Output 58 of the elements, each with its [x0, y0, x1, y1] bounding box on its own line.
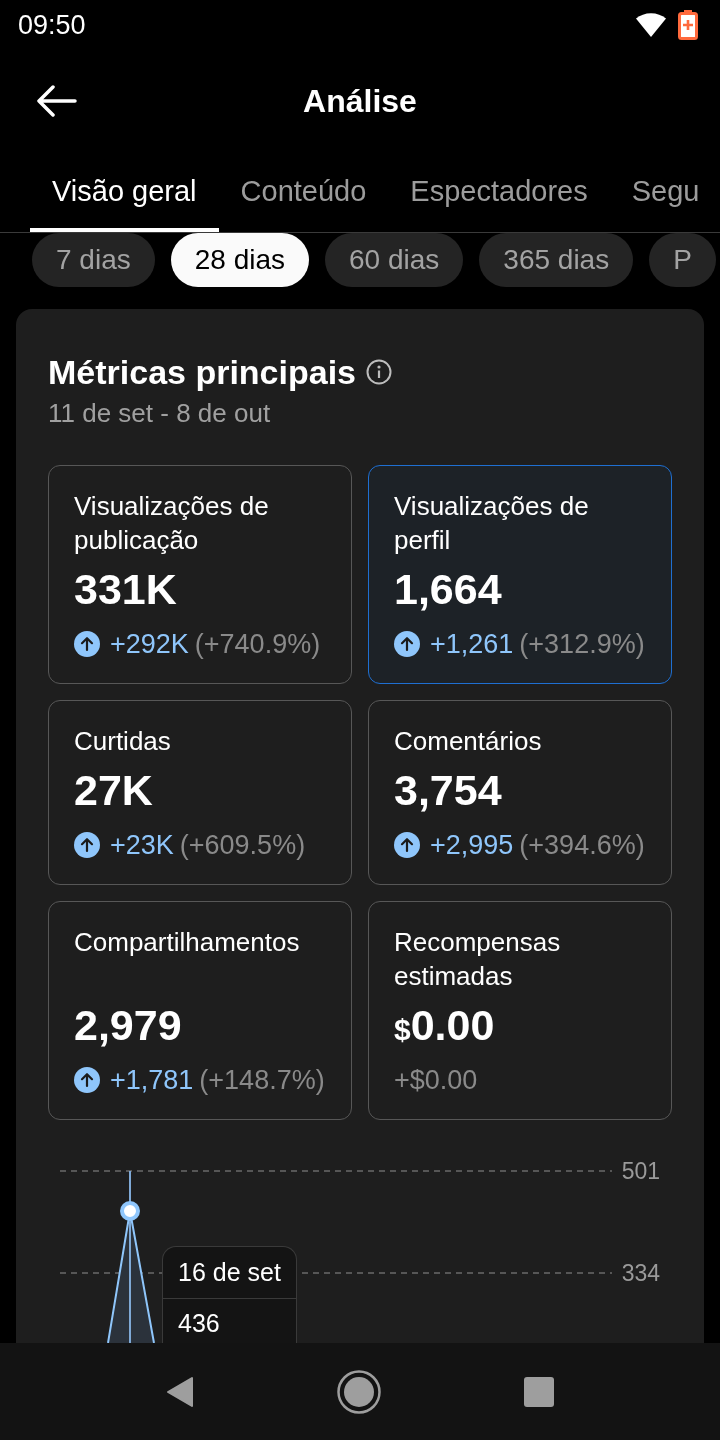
period-chip[interactable]: 7 dias	[32, 233, 155, 287]
metric-label: Recompensas estimadas	[394, 926, 562, 993]
period-chip[interactable]: P	[649, 233, 716, 287]
metric-change: +1,781	[110, 1064, 194, 1096]
arrow-up-circle-icon	[394, 631, 420, 657]
metric-card[interactable]: Compartilhamentos 2,979 +1,781 (+148.7%)	[48, 901, 352, 1120]
metric-change: +$0.00	[394, 1064, 478, 1096]
nav-recents-icon[interactable]	[524, 1376, 554, 1407]
metric-card[interactable]: Visualizações de perfil 1,664 +1,261 (+312.9%)	[368, 465, 672, 684]
back-arrow-icon	[35, 85, 77, 117]
battery-icon	[678, 10, 698, 40]
metric-percent: (+394.6%)	[519, 829, 645, 861]
metric-label: Visualizações de publicação	[74, 490, 270, 557]
metric-card[interactable]: Recompensas estimadas $0.00 +$0.00	[368, 901, 672, 1120]
period-chip[interactable]: 60 dias	[325, 233, 464, 287]
metric-percent: (+148.7%)	[199, 1064, 325, 1096]
info-icon[interactable]	[366, 359, 392, 385]
nav-home-icon[interactable]	[337, 1369, 381, 1414]
y-axis-label: 334	[621, 1260, 660, 1286]
metric-label: Curtidas	[74, 725, 172, 758]
metric-percent: (+312.9%)	[519, 628, 645, 660]
metric-percent: (+609.5%)	[179, 829, 306, 861]
metric-card[interactable]: Comentários 3,754 +2,995 (+394.6%)	[368, 700, 672, 885]
arrow-up-circle-icon	[74, 1067, 100, 1093]
metric-value: 3,754	[394, 766, 502, 814]
data-point-icon	[120, 1201, 140, 1221]
card-title: Métricas principais	[48, 352, 356, 392]
arrow-up-circle-icon	[74, 832, 100, 858]
arrow-up-circle-icon	[74, 631, 100, 657]
tab[interactable]: Espectadores	[388, 152, 610, 232]
metric-value: 331K	[74, 565, 177, 613]
date-range: 11 de set - 8 de out	[48, 397, 272, 429]
period-chip[interactable]: 365 dias	[479, 233, 634, 287]
wifi-icon	[636, 13, 666, 37]
metric-value: 2,979	[74, 1001, 182, 1049]
metric-change: +1,261	[430, 628, 514, 660]
arrow-up-circle-icon	[394, 832, 420, 858]
metric-value: 27K	[74, 766, 153, 814]
page-title: Análise	[303, 82, 417, 121]
metric-card[interactable]: Visualizações de publicação 331K +292K (+740.9%)	[48, 465, 352, 684]
metric-label: Comentários	[394, 725, 543, 758]
period-chip[interactable]: 28 dias	[170, 233, 309, 287]
metric-percent: (+740.9%)	[194, 628, 321, 660]
status-time: 09:50	[18, 8, 86, 42]
metric-label: Compartilhamentos	[74, 926, 301, 959]
metric-value: 1,664	[394, 565, 502, 613]
metric-change: +2,995	[430, 829, 514, 861]
y-axis-label: 501	[621, 1158, 660, 1184]
tooltip-date: 16 de set	[178, 1257, 281, 1288]
metric-change: +23K	[110, 829, 174, 861]
tab[interactable]: Segu	[609, 152, 720, 232]
metric-value: $0.00	[394, 1001, 495, 1049]
nav-back-icon[interactable]	[166, 1375, 194, 1408]
tooltip-value: 436	[178, 1308, 221, 1338]
metric-label: Visualizações de perfil	[394, 490, 590, 557]
tab[interactable]: Conteúdo	[218, 152, 389, 232]
metric-change: +292K	[110, 628, 189, 660]
metric-card[interactable]: Curtidas 27K +23K (+609.5%)	[48, 700, 352, 885]
